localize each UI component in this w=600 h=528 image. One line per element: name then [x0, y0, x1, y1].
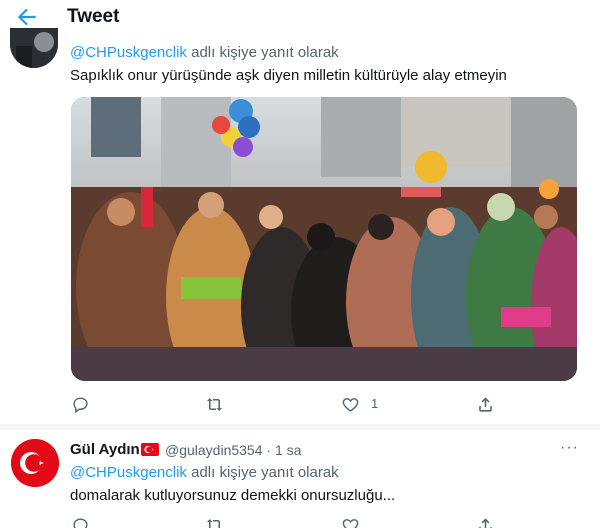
reply-button[interactable]: [71, 516, 90, 528]
heart-icon: [342, 519, 359, 528]
more-icon[interactable]: ···: [560, 439, 579, 457]
tweet-2[interactable]: Gül Aydın @gulaydin5354 · 1 sa ··· @CHPu…: [0, 430, 600, 528]
reply-icon: [73, 518, 88, 528]
tweet-text: domalarak kutluyorsunuz demekki onursuzl…: [70, 487, 396, 504]
reply-context-label: adlı kişiye yanıt olarak: [186, 44, 339, 61]
retweet-icon: [206, 398, 223, 411]
turkey-flag-avatar-icon: [11, 439, 59, 487]
like-button[interactable]: [341, 516, 360, 528]
back-button[interactable]: [14, 4, 40, 30]
photo-pride-parade-crowd: [71, 97, 577, 381]
share-icon: [479, 397, 492, 412]
reply-context: @CHPuskgenclik adlı kişiye yanıt olarak: [70, 44, 339, 61]
share-icon: [479, 518, 492, 528]
reply-context-label: adlı kişiye yanıt olarak: [186, 464, 339, 481]
turkey-flag-icon: [141, 443, 159, 456]
avatar-image: [10, 28, 58, 68]
header-bar: Tweet: [0, 0, 600, 36]
mention-link[interactable]: @CHPuskgenclik: [70, 44, 187, 61]
tweet-1[interactable]: @CHPuskgenclik adlı kişiye yanıt olarak …: [0, 28, 600, 424]
page-title: Tweet: [67, 6, 120, 27]
share-button[interactable]: [476, 395, 495, 417]
reply-icon: [73, 397, 88, 413]
reply-button[interactable]: [71, 395, 90, 417]
tweet-text: Sapıklık onur yürüşünde aşk diyen millet…: [70, 67, 507, 84]
avatar[interactable]: [11, 439, 59, 487]
handle-and-time[interactable]: @gulaydin5354 · 1 sa: [165, 442, 301, 458]
share-button[interactable]: [476, 516, 495, 528]
heart-icon: [342, 398, 359, 412]
retweet-button[interactable]: [205, 516, 224, 528]
like-button[interactable]: 1: [341, 395, 401, 417]
display-name[interactable]: Gül Aydın: [70, 441, 140, 458]
like-count: 1: [371, 396, 379, 411]
arrow-left-icon: [17, 8, 36, 26]
mention-link[interactable]: @CHPuskgenclik: [70, 464, 187, 481]
tweet-photo[interactable]: [71, 97, 577, 381]
retweet-icon: [206, 519, 221, 528]
retweet-button[interactable]: [205, 395, 224, 417]
reply-context: @CHPuskgenclik adlı kişiye yanıt olarak: [70, 464, 339, 481]
avatar[interactable]: [10, 28, 58, 68]
